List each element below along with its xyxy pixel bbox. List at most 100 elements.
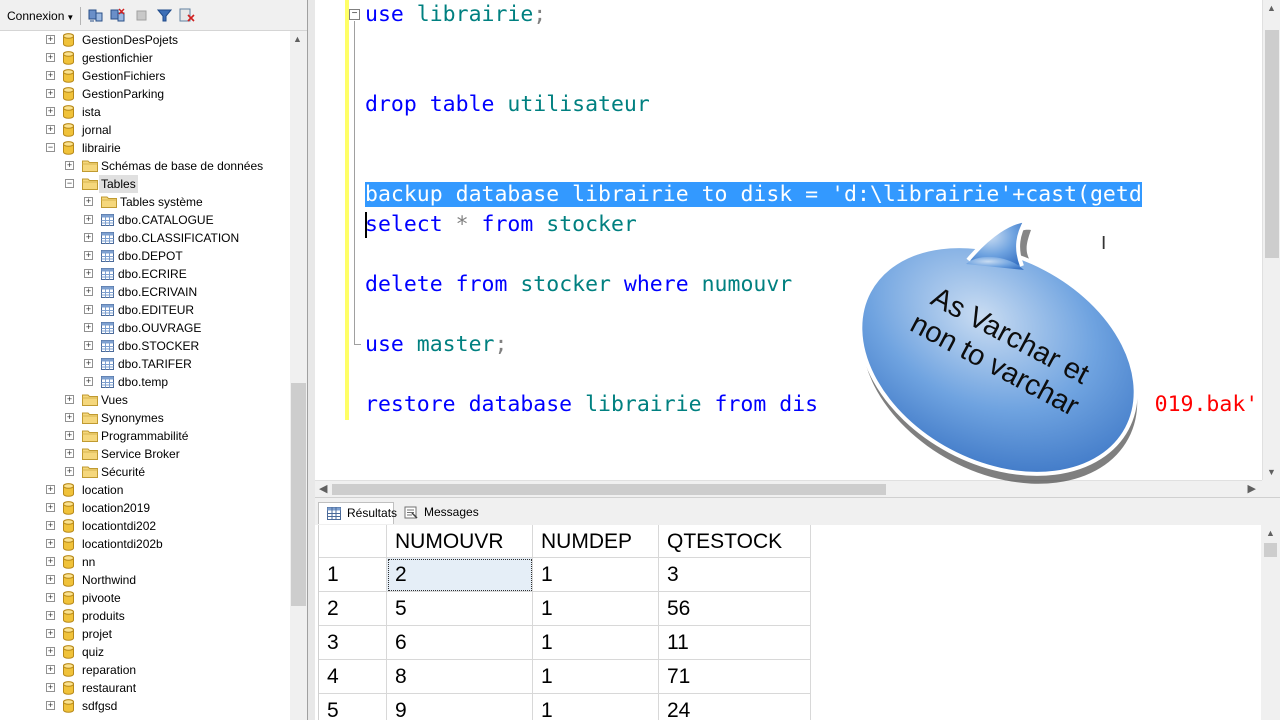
collapse-node-icon[interactable]: − bbox=[65, 179, 74, 188]
tree-item-folder[interactable]: + Programmabilité bbox=[0, 427, 290, 445]
grid-cell[interactable]: 1 bbox=[533, 592, 659, 626]
tree-item-folder[interactable]: + Synonymes bbox=[0, 409, 290, 427]
grid-cell[interactable]: 1 bbox=[533, 626, 659, 660]
scrollbar-thumb[interactable] bbox=[1264, 543, 1277, 557]
grid-cell[interactable]: 5 bbox=[387, 592, 533, 626]
expand-node-icon[interactable]: + bbox=[84, 233, 93, 242]
tree-item-database[interactable]: + nn bbox=[0, 553, 290, 571]
tree-item-database[interactable]: + sdfgsd bbox=[0, 697, 290, 715]
tree-item-database[interactable]: − librairie bbox=[0, 139, 290, 157]
code-line[interactable]: drop table utilisateur bbox=[365, 90, 650, 120]
expand-node-icon[interactable]: + bbox=[84, 269, 93, 278]
tree-item-table[interactable]: + dbo.temp bbox=[0, 373, 290, 391]
grid-cell[interactable]: 1 bbox=[533, 558, 659, 592]
row-header[interactable]: 4 bbox=[319, 660, 387, 694]
expand-node-icon[interactable]: + bbox=[46, 539, 55, 548]
code-line[interactable]: backup database librairie to disk = 'd:\… bbox=[365, 180, 1142, 210]
grid-cell[interactable]: 11 bbox=[659, 626, 811, 660]
expand-node-icon[interactable]: + bbox=[46, 125, 55, 134]
tree-item-database[interactable]: + location bbox=[0, 481, 290, 499]
expand-node-icon[interactable]: + bbox=[84, 251, 93, 260]
connect-dropdown-button[interactable]: Connexion ▼ bbox=[7, 7, 74, 25]
expand-node-icon[interactable]: + bbox=[84, 323, 93, 332]
expand-node-icon[interactable]: + bbox=[84, 359, 93, 368]
expand-node-icon[interactable]: + bbox=[65, 467, 74, 476]
filter-icon[interactable] bbox=[157, 8, 172, 23]
scroll-up-arrow-icon[interactable]: ▲ bbox=[1267, 3, 1276, 13]
tree-item-folder[interactable]: + Service Broker bbox=[0, 445, 290, 463]
tree-item-database[interactable]: + ista bbox=[0, 103, 290, 121]
expand-node-icon[interactable]: + bbox=[65, 413, 74, 422]
column-header[interactable]: NUMDEP bbox=[533, 525, 659, 558]
expand-node-icon[interactable]: + bbox=[84, 215, 93, 224]
grid-cell[interactable]: 1 bbox=[533, 694, 659, 720]
tree-item-database[interactable]: + pivoote bbox=[0, 589, 290, 607]
grid-corner-header[interactable] bbox=[319, 525, 387, 558]
grid-cell[interactable]: 2 bbox=[387, 558, 533, 592]
row-header[interactable]: 5 bbox=[319, 694, 387, 720]
tree-item-folder[interactable]: + Tables système bbox=[0, 193, 290, 211]
tree-item-database[interactable]: + gestionfichier bbox=[0, 49, 290, 67]
expand-node-icon[interactable]: + bbox=[84, 287, 93, 296]
collapse-outline-icon[interactable]: − bbox=[349, 9, 360, 20]
expand-node-icon[interactable]: + bbox=[46, 557, 55, 566]
tree-item-table[interactable]: + dbo.ECRIRE bbox=[0, 265, 290, 283]
column-header[interactable]: NUMOUVR bbox=[387, 525, 533, 558]
tree-item-database[interactable]: + restaurant bbox=[0, 679, 290, 697]
expand-node-icon[interactable]: + bbox=[46, 107, 55, 116]
panel-splitter[interactable] bbox=[308, 0, 315, 720]
code-line[interactable]: select * from stocker bbox=[365, 210, 637, 240]
tree-item-table[interactable]: + dbo.STOCKER bbox=[0, 337, 290, 355]
expand-node-icon[interactable]: + bbox=[65, 395, 74, 404]
tree-item-database[interactable]: + locationtdi202 bbox=[0, 517, 290, 535]
tree-item-database[interactable]: + quiz bbox=[0, 643, 290, 661]
grid-cell[interactable]: 6 bbox=[387, 626, 533, 660]
grid-cell[interactable]: 71 bbox=[659, 660, 811, 694]
expand-node-icon[interactable]: + bbox=[46, 53, 55, 62]
code-line[interactable]: use master; bbox=[365, 330, 507, 360]
expand-node-icon[interactable]: + bbox=[84, 305, 93, 314]
expand-node-icon[interactable]: + bbox=[46, 629, 55, 638]
tree-item-database[interactable]: + GestionDesPojets bbox=[0, 31, 290, 49]
scrollbar-thumb[interactable] bbox=[291, 383, 306, 606]
row-header[interactable]: 1 bbox=[319, 558, 387, 592]
column-header[interactable]: QTESTOCK bbox=[659, 525, 811, 558]
tab-messages[interactable]: Messages bbox=[396, 502, 479, 524]
connect-server-icon[interactable] bbox=[88, 8, 103, 23]
tree-item-database[interactable]: + projet bbox=[0, 625, 290, 643]
tab-results[interactable]: Résultats bbox=[318, 502, 397, 524]
tree-item-folder[interactable]: − Tables bbox=[0, 175, 290, 193]
scrollbar-thumb[interactable] bbox=[332, 484, 886, 495]
tree-item-table[interactable]: + dbo.TARIFER bbox=[0, 355, 290, 373]
expand-node-icon[interactable]: + bbox=[46, 647, 55, 656]
expand-node-icon[interactable]: + bbox=[46, 485, 55, 494]
tree-item-database[interactable]: + produits bbox=[0, 607, 290, 625]
expand-node-icon[interactable]: + bbox=[46, 665, 55, 674]
tree-item-table[interactable]: + dbo.OUVRAGE bbox=[0, 319, 290, 337]
expand-node-icon[interactable]: + bbox=[65, 431, 74, 440]
scroll-right-arrow-icon[interactable]: ▶ bbox=[1248, 482, 1256, 495]
tree-item-database[interactable]: + GestionFichiers bbox=[0, 67, 290, 85]
expand-node-icon[interactable]: + bbox=[46, 593, 55, 602]
disconnect-icon[interactable] bbox=[110, 8, 125, 23]
grid-vertical-scrollbar[interactable]: ▲ bbox=[1261, 525, 1280, 720]
expand-node-icon[interactable]: + bbox=[84, 197, 93, 206]
row-header[interactable]: 3 bbox=[319, 626, 387, 660]
expand-node-icon[interactable]: + bbox=[46, 575, 55, 584]
grid-cell[interactable]: 24 bbox=[659, 694, 811, 720]
expand-node-icon[interactable]: + bbox=[46, 701, 55, 710]
expand-node-icon[interactable]: + bbox=[84, 341, 93, 350]
expand-node-icon[interactable]: + bbox=[84, 377, 93, 386]
expand-node-icon[interactable]: + bbox=[46, 521, 55, 530]
row-header[interactable]: 2 bbox=[319, 592, 387, 626]
tree-item-database[interactable]: + jornal bbox=[0, 121, 290, 139]
scroll-left-arrow-icon[interactable]: ◀ bbox=[319, 482, 327, 495]
collapse-node-icon[interactable]: − bbox=[46, 143, 55, 152]
expand-node-icon[interactable]: + bbox=[65, 449, 74, 458]
expand-node-icon[interactable]: + bbox=[46, 611, 55, 620]
expand-node-icon[interactable]: + bbox=[46, 89, 55, 98]
tree-item-database[interactable]: + reparation bbox=[0, 661, 290, 679]
tree-item-database[interactable]: + location2019 bbox=[0, 499, 290, 517]
scroll-down-arrow-icon[interactable]: ▼ bbox=[1267, 467, 1276, 477]
tree-item-database[interactable]: + locationtdi202b bbox=[0, 535, 290, 553]
